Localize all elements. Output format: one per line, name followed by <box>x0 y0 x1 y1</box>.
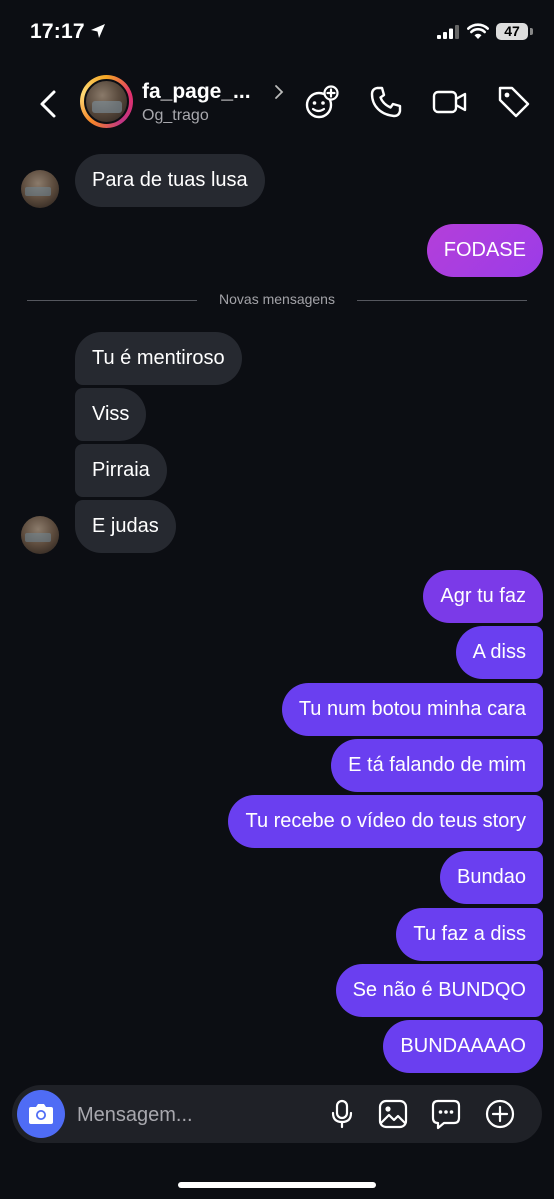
avatar-image <box>84 79 129 124</box>
message-received[interactable]: E judas <box>75 500 176 553</box>
message-received[interactable]: Tu é mentiroso <box>75 332 242 385</box>
message-sent[interactable]: Se não é BUNDQO <box>335 964 543 1017</box>
message-received[interactable]: Viss <box>75 388 147 441</box>
microphone-icon[interactable] <box>326 1098 358 1130</box>
chat-screen: 17:17 47 fa_page_... Og_trago Para de tu… <box>0 0 554 1199</box>
home-indicator[interactable] <box>178 1182 376 1188</box>
message-sent[interactable]: Tu recebe o vídeo do teus story <box>228 795 543 848</box>
plus-icon[interactable] <box>484 1098 516 1130</box>
camera-button[interactable] <box>17 1090 65 1138</box>
game-icon[interactable] <box>304 84 340 120</box>
chat-header: fa_page_... Og_trago <box>0 64 554 144</box>
phone-icon[interactable] <box>368 84 404 120</box>
back-icon[interactable] <box>34 84 64 124</box>
new-messages-divider: Novas mensagens <box>219 291 335 307</box>
battery-cap <box>530 28 533 35</box>
tag-icon[interactable] <box>496 84 532 120</box>
divider-line-right <box>357 300 527 301</box>
message-sent[interactable]: Bundao <box>440 851 543 904</box>
sender-avatar[interactable] <box>21 170 59 208</box>
message-sent[interactable]: Tu faz a diss <box>396 908 543 961</box>
divider-line-left <box>27 300 197 301</box>
sticker-icon[interactable] <box>430 1098 462 1130</box>
image-icon[interactable] <box>377 1098 409 1130</box>
signal-icon <box>437 25 459 39</box>
message-sent[interactable]: Agr tu faz <box>423 570 543 623</box>
message-received[interactable]: Pirraia <box>75 444 167 497</box>
video-icon[interactable] <box>432 84 468 120</box>
chevron-right-icon <box>275 85 284 99</box>
location-arrow-icon <box>91 24 105 38</box>
message-sent[interactable]: BUNDAAAAO <box>383 1020 543 1073</box>
message-sent[interactable]: E tá falando de mim <box>331 739 543 792</box>
message-sent[interactable]: Tu num botou minha cara <box>281 683 543 736</box>
message-input[interactable] <box>75 1099 319 1131</box>
contact-name[interactable]: fa_page_... <box>142 80 251 104</box>
message-composer <box>12 1085 542 1143</box>
header-avatar[interactable] <box>80 75 133 128</box>
status-time: 17:17 <box>30 20 85 43</box>
message-received[interactable]: Para de tuas lusa <box>75 154 265 207</box>
message-sent[interactable]: A diss <box>455 626 543 679</box>
camera-icon <box>29 1104 53 1124</box>
battery-icon: 47 <box>496 23 528 40</box>
wifi-icon <box>467 23 489 39</box>
status-bar: 17:17 47 <box>0 0 554 64</box>
contact-username: Og_trago <box>142 107 209 124</box>
message-sent[interactable]: FODASE <box>426 224 543 277</box>
sender-avatar[interactable] <box>21 516 59 554</box>
